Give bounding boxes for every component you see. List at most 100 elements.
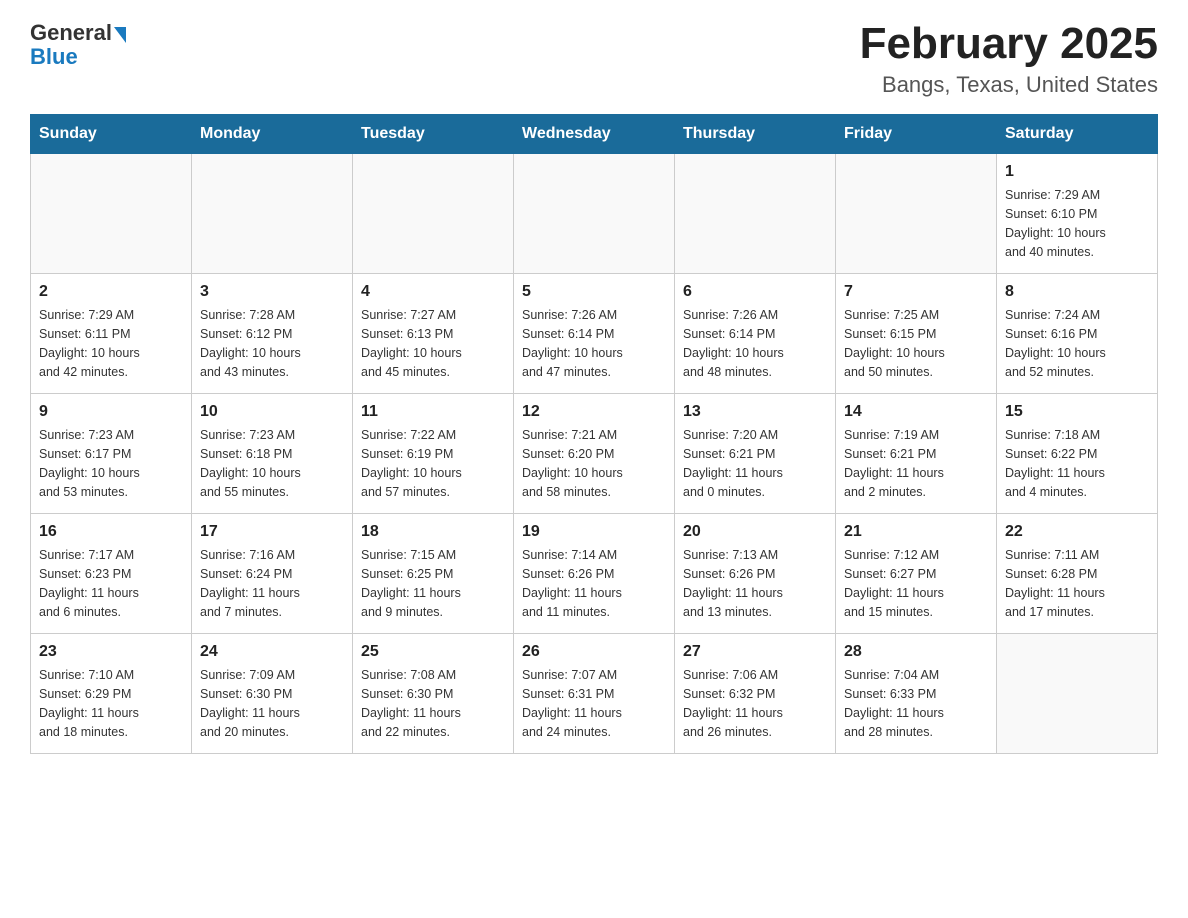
- day-header-friday: Friday: [836, 115, 997, 154]
- day-info: Sunrise: 7:21 AMSunset: 6:20 PMDaylight:…: [522, 426, 666, 501]
- day-info: Sunrise: 7:23 AMSunset: 6:18 PMDaylight:…: [200, 426, 344, 501]
- day-number: 5: [522, 280, 666, 304]
- day-info: Sunrise: 7:24 AMSunset: 6:16 PMDaylight:…: [1005, 306, 1149, 381]
- day-info: Sunrise: 7:17 AMSunset: 6:23 PMDaylight:…: [39, 546, 183, 621]
- week-row-5: 23Sunrise: 7:10 AMSunset: 6:29 PMDayligh…: [31, 634, 1158, 754]
- calendar-cell: 27Sunrise: 7:06 AMSunset: 6:32 PMDayligh…: [675, 634, 836, 754]
- day-number: 20: [683, 520, 827, 544]
- day-info: Sunrise: 7:26 AMSunset: 6:14 PMDaylight:…: [683, 306, 827, 381]
- calendar-cell: 8Sunrise: 7:24 AMSunset: 6:16 PMDaylight…: [997, 274, 1158, 394]
- day-info: Sunrise: 7:22 AMSunset: 6:19 PMDaylight:…: [361, 426, 505, 501]
- calendar-cell: 21Sunrise: 7:12 AMSunset: 6:27 PMDayligh…: [836, 514, 997, 634]
- day-header-wednesday: Wednesday: [514, 115, 675, 154]
- day-info: Sunrise: 7:07 AMSunset: 6:31 PMDaylight:…: [522, 666, 666, 741]
- day-number: 28: [844, 640, 988, 664]
- calendar-cell: 6Sunrise: 7:26 AMSunset: 6:14 PMDaylight…: [675, 274, 836, 394]
- day-info: Sunrise: 7:14 AMSunset: 6:26 PMDaylight:…: [522, 546, 666, 621]
- day-number: 7: [844, 280, 988, 304]
- calendar-header: SundayMondayTuesdayWednesdayThursdayFrid…: [31, 115, 1158, 154]
- calendar-cell: 12Sunrise: 7:21 AMSunset: 6:20 PMDayligh…: [514, 394, 675, 514]
- calendar-cell: [997, 634, 1158, 754]
- day-header-tuesday: Tuesday: [353, 115, 514, 154]
- calendar-cell: 9Sunrise: 7:23 AMSunset: 6:17 PMDaylight…: [31, 394, 192, 514]
- day-header-row: SundayMondayTuesdayWednesdayThursdayFrid…: [31, 115, 1158, 154]
- day-number: 18: [361, 520, 505, 544]
- day-info: Sunrise: 7:06 AMSunset: 6:32 PMDaylight:…: [683, 666, 827, 741]
- month-title: February 2025: [860, 20, 1158, 68]
- calendar-cell: 13Sunrise: 7:20 AMSunset: 6:21 PMDayligh…: [675, 394, 836, 514]
- week-row-1: 1Sunrise: 7:29 AMSunset: 6:10 PMDaylight…: [31, 154, 1158, 274]
- day-number: 25: [361, 640, 505, 664]
- day-info: Sunrise: 7:04 AMSunset: 6:33 PMDaylight:…: [844, 666, 988, 741]
- day-info: Sunrise: 7:29 AMSunset: 6:11 PMDaylight:…: [39, 306, 183, 381]
- day-number: 11: [361, 400, 505, 424]
- calendar-cell: 17Sunrise: 7:16 AMSunset: 6:24 PMDayligh…: [192, 514, 353, 634]
- day-number: 15: [1005, 400, 1149, 424]
- calendar-cell: [353, 154, 514, 274]
- day-header-sunday: Sunday: [31, 115, 192, 154]
- day-number: 16: [39, 520, 183, 544]
- day-number: 21: [844, 520, 988, 544]
- day-number: 26: [522, 640, 666, 664]
- day-info: Sunrise: 7:18 AMSunset: 6:22 PMDaylight:…: [1005, 426, 1149, 501]
- day-number: 2: [39, 280, 183, 304]
- day-info: Sunrise: 7:13 AMSunset: 6:26 PMDaylight:…: [683, 546, 827, 621]
- day-number: 13: [683, 400, 827, 424]
- day-info: Sunrise: 7:15 AMSunset: 6:25 PMDaylight:…: [361, 546, 505, 621]
- calendar-cell: [514, 154, 675, 274]
- calendar-cell: 2Sunrise: 7:29 AMSunset: 6:11 PMDaylight…: [31, 274, 192, 394]
- calendar-cell: 24Sunrise: 7:09 AMSunset: 6:30 PMDayligh…: [192, 634, 353, 754]
- day-info: Sunrise: 7:08 AMSunset: 6:30 PMDaylight:…: [361, 666, 505, 741]
- day-header-saturday: Saturday: [997, 115, 1158, 154]
- calendar-table: SundayMondayTuesdayWednesdayThursdayFrid…: [30, 114, 1158, 754]
- calendar-cell: 26Sunrise: 7:07 AMSunset: 6:31 PMDayligh…: [514, 634, 675, 754]
- calendar-cell: 10Sunrise: 7:23 AMSunset: 6:18 PMDayligh…: [192, 394, 353, 514]
- week-row-2: 2Sunrise: 7:29 AMSunset: 6:11 PMDaylight…: [31, 274, 1158, 394]
- calendar-cell: 1Sunrise: 7:29 AMSunset: 6:10 PMDaylight…: [997, 154, 1158, 274]
- calendar-cell: 11Sunrise: 7:22 AMSunset: 6:19 PMDayligh…: [353, 394, 514, 514]
- calendar-cell: 18Sunrise: 7:15 AMSunset: 6:25 PMDayligh…: [353, 514, 514, 634]
- calendar-cell: 16Sunrise: 7:17 AMSunset: 6:23 PMDayligh…: [31, 514, 192, 634]
- day-number: 3: [200, 280, 344, 304]
- day-number: 1: [1005, 160, 1149, 184]
- day-info: Sunrise: 7:25 AMSunset: 6:15 PMDaylight:…: [844, 306, 988, 381]
- day-number: 6: [683, 280, 827, 304]
- day-number: 8: [1005, 280, 1149, 304]
- week-row-3: 9Sunrise: 7:23 AMSunset: 6:17 PMDaylight…: [31, 394, 1158, 514]
- day-header-thursday: Thursday: [675, 115, 836, 154]
- logo-blue-text: Blue: [30, 44, 78, 70]
- day-number: 10: [200, 400, 344, 424]
- title-block: February 2025 Bangs, Texas, United State…: [860, 20, 1158, 98]
- day-info: Sunrise: 7:27 AMSunset: 6:13 PMDaylight:…: [361, 306, 505, 381]
- day-info: Sunrise: 7:29 AMSunset: 6:10 PMDaylight:…: [1005, 186, 1149, 261]
- calendar-cell: [192, 154, 353, 274]
- calendar-cell: [31, 154, 192, 274]
- day-number: 24: [200, 640, 344, 664]
- day-info: Sunrise: 7:10 AMSunset: 6:29 PMDaylight:…: [39, 666, 183, 741]
- logo: General Blue: [30, 20, 126, 70]
- day-info: Sunrise: 7:26 AMSunset: 6:14 PMDaylight:…: [522, 306, 666, 381]
- calendar-cell: 4Sunrise: 7:27 AMSunset: 6:13 PMDaylight…: [353, 274, 514, 394]
- calendar-body: 1Sunrise: 7:29 AMSunset: 6:10 PMDaylight…: [31, 154, 1158, 754]
- day-number: 9: [39, 400, 183, 424]
- calendar-cell: 19Sunrise: 7:14 AMSunset: 6:26 PMDayligh…: [514, 514, 675, 634]
- day-number: 14: [844, 400, 988, 424]
- calendar-cell: 28Sunrise: 7:04 AMSunset: 6:33 PMDayligh…: [836, 634, 997, 754]
- calendar-cell: 3Sunrise: 7:28 AMSunset: 6:12 PMDaylight…: [192, 274, 353, 394]
- day-number: 4: [361, 280, 505, 304]
- day-number: 19: [522, 520, 666, 544]
- logo-arrow-icon: [114, 27, 126, 43]
- day-info: Sunrise: 7:19 AMSunset: 6:21 PMDaylight:…: [844, 426, 988, 501]
- logo-general-text: General: [30, 20, 112, 46]
- calendar-cell: 25Sunrise: 7:08 AMSunset: 6:30 PMDayligh…: [353, 634, 514, 754]
- day-info: Sunrise: 7:09 AMSunset: 6:30 PMDaylight:…: [200, 666, 344, 741]
- day-number: 17: [200, 520, 344, 544]
- calendar-cell: 5Sunrise: 7:26 AMSunset: 6:14 PMDaylight…: [514, 274, 675, 394]
- calendar-cell: 23Sunrise: 7:10 AMSunset: 6:29 PMDayligh…: [31, 634, 192, 754]
- calendar-cell: 15Sunrise: 7:18 AMSunset: 6:22 PMDayligh…: [997, 394, 1158, 514]
- calendar-cell: 7Sunrise: 7:25 AMSunset: 6:15 PMDaylight…: [836, 274, 997, 394]
- day-number: 22: [1005, 520, 1149, 544]
- day-info: Sunrise: 7:12 AMSunset: 6:27 PMDaylight:…: [844, 546, 988, 621]
- day-info: Sunrise: 7:11 AMSunset: 6:28 PMDaylight:…: [1005, 546, 1149, 621]
- day-number: 27: [683, 640, 827, 664]
